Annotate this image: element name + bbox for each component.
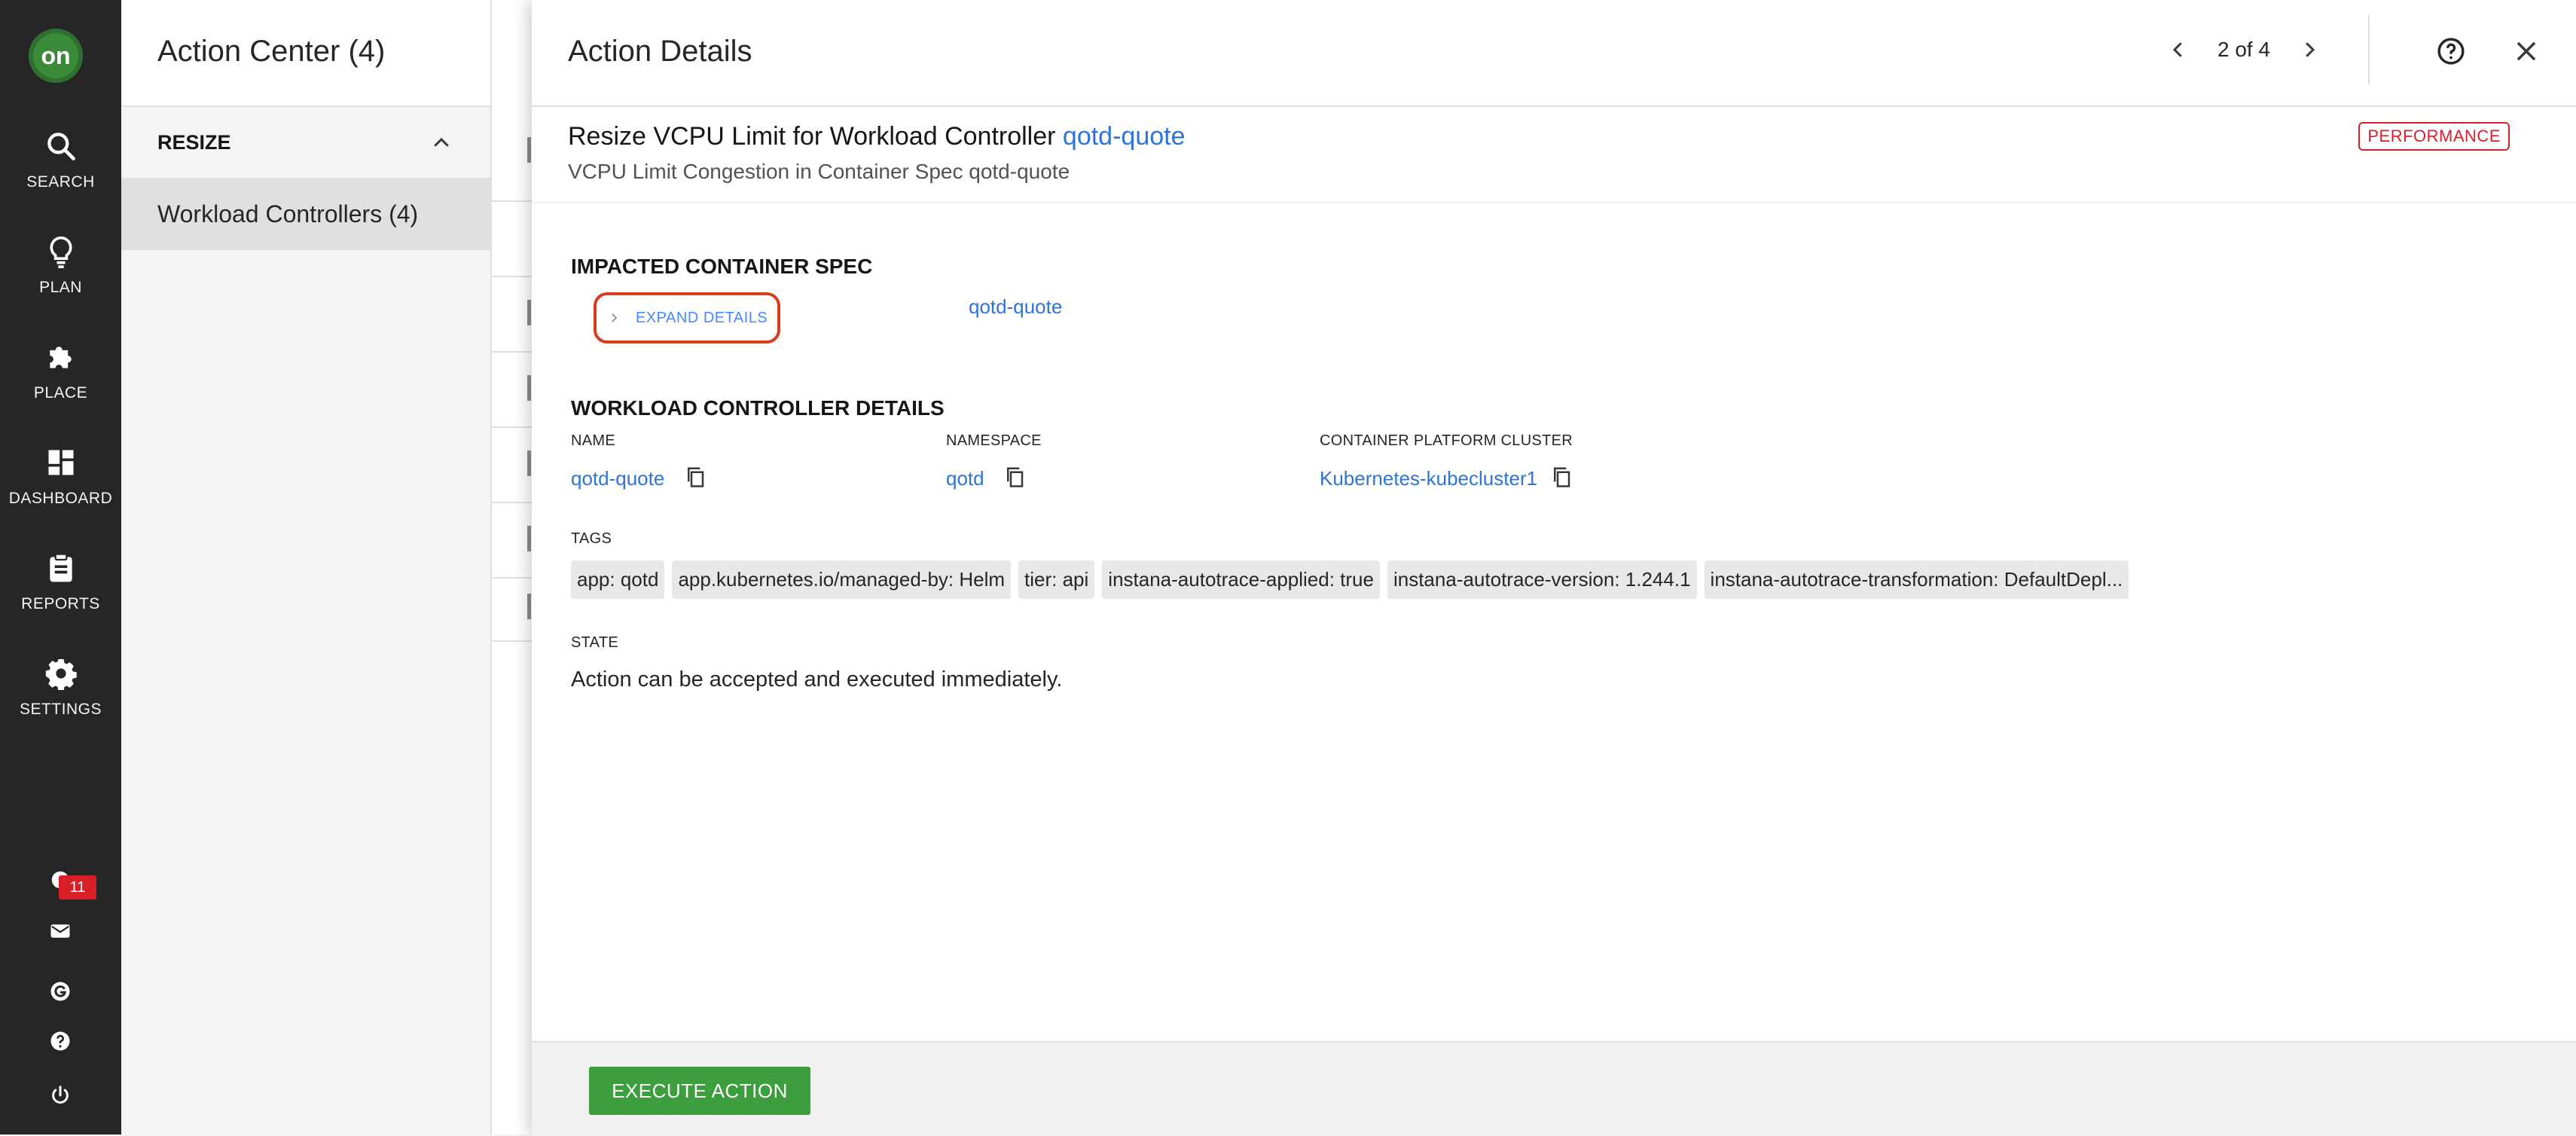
search-icon	[47, 133, 75, 160]
next-button[interactable]	[2288, 29, 2330, 71]
tags-label: TAGS	[571, 530, 612, 547]
logo-text: on	[41, 41, 71, 69]
action-subtitle: VCPU Limit Congestion in Container Spec …	[568, 160, 1070, 183]
list-row-marker	[527, 526, 531, 551]
copy-icon[interactable]	[684, 466, 707, 488]
name-label: NAME	[571, 432, 615, 449]
chevron-left-icon	[2172, 42, 2182, 57]
action-heading-text: Resize VCPU Limit for Workload Controlle…	[568, 122, 1056, 151]
tag: instana-autotrace-transformation: Defaul…	[1704, 560, 2129, 599]
performance-badge: PERFORMANCE	[2358, 122, 2510, 151]
execute-action-button[interactable]: EXECUTE ACTION	[589, 1067, 810, 1115]
list-divider	[490, 200, 536, 202]
tag: app.kubernetes.io/managed-by: Helm	[672, 560, 1012, 599]
tag: app: qotd	[571, 560, 665, 599]
nav-search[interactable]: SEARCH	[0, 130, 121, 212]
chevron-right-icon	[2306, 42, 2315, 57]
namespace-link[interactable]: qotd	[946, 467, 984, 490]
puzzle-icon	[49, 347, 72, 368]
list-row-marker	[527, 594, 531, 619]
tag-list: app: qotd app.kubernetes.io/managed-by: …	[571, 560, 2129, 599]
controller-section-title: WORKLOAD CONTROLLER DETAILS	[571, 396, 945, 420]
expand-details-button[interactable]: EXPAND DETAILS	[594, 292, 780, 344]
cluster-link[interactable]: Kubernetes-kubecluster1	[1320, 467, 1537, 490]
turbonomic-logo[interactable]: on	[29, 29, 83, 83]
state-label: STATE	[571, 634, 618, 651]
notification-count-badge: 11	[59, 875, 96, 899]
list-row-marker	[527, 375, 531, 401]
chevron-right-icon	[612, 313, 618, 322]
details-footer: EXECUTE ACTION	[532, 1041, 2576, 1136]
list-divider	[490, 351, 536, 353]
help-icon	[50, 1031, 70, 1051]
workload-controllers-label: Workload Controllers (4)	[157, 200, 419, 228]
tag: instana-autotrace-version: 1.244.1	[1387, 560, 1697, 599]
dashboard-icon	[48, 450, 73, 475]
copy-icon[interactable]	[1003, 466, 1026, 488]
nav-reports[interactable]: REPORTS	[0, 551, 121, 634]
previous-button[interactable]	[2157, 29, 2199, 71]
cluster-label: CONTAINER PLATFORM CLUSTER	[1320, 432, 1573, 449]
left-navigation: on SEARCH PLAN PLACE DASHBOARD REPORTS S…	[0, 0, 121, 1134]
power-button[interactable]	[44, 1079, 77, 1112]
lightbulb-icon	[49, 236, 72, 268]
close-button[interactable]	[2505, 30, 2547, 72]
nav-dashboard-label: DASHBOARD	[8, 490, 113, 507]
help-button[interactable]	[2430, 30, 2472, 72]
nav-settings-label: SETTINGS	[19, 701, 102, 718]
chevron-up-icon	[434, 137, 449, 147]
nav-place[interactable]: PLACE	[0, 340, 121, 423]
gear-icon	[45, 658, 77, 690]
g-button[interactable]	[44, 975, 77, 1008]
g-icon	[50, 982, 70, 1001]
action-target-link[interactable]: qotd-quote	[1063, 122, 1186, 151]
mail-icon	[50, 924, 70, 938]
list-divider	[490, 276, 536, 277]
copy-icon[interactable]	[1550, 466, 1573, 488]
namespace-label: NAMESPACE	[946, 432, 1042, 449]
details-title: Action Details	[568, 35, 752, 68]
clipboard-icon	[49, 553, 72, 582]
impacted-container-link[interactable]: qotd-quote	[969, 295, 1062, 319]
nav-search-label: SEARCH	[26, 173, 95, 191]
action-center-title: Action Center (4)	[157, 35, 386, 68]
section-separator	[532, 202, 2576, 203]
list-divider	[490, 502, 536, 503]
action-heading: Resize VCPU Limit for Workload Controlle…	[568, 122, 1186, 151]
close-icon	[2516, 41, 2536, 61]
action-details-panel: Action Details 2 of 4 Resize VCPU Limit …	[532, 0, 2576, 1136]
nav-place-label: PLACE	[33, 384, 88, 402]
action-center-panel: Action Center (4) RESIZE Workload Contro…	[121, 0, 490, 1134]
action-list-background	[490, 0, 537, 1134]
help-circle-icon	[2437, 38, 2465, 65]
nav-settings[interactable]: SETTINGS	[0, 657, 121, 740]
header-separator	[532, 105, 2576, 107]
power-icon	[52, 1086, 69, 1104]
list-divider	[490, 577, 536, 579]
name-link[interactable]: qotd-quote	[571, 467, 664, 490]
resize-group-label: RESIZE	[157, 130, 231, 154]
pager-text: 2 of 4	[2217, 38, 2271, 61]
list-row-marker	[527, 300, 531, 325]
workload-controllers-item[interactable]: Workload Controllers (4)	[121, 178, 490, 250]
nav-dashboard[interactable]: DASHBOARD	[0, 446, 121, 529]
header-divider	[2368, 15, 2370, 84]
action-center-header: Action Center (4)	[121, 0, 490, 107]
list-row-marker	[527, 137, 531, 163]
nav-plan[interactable]: PLAN	[0, 235, 121, 318]
list-divider	[490, 640, 536, 642]
resize-group-header[interactable]: RESIZE	[121, 107, 490, 178]
nav-reports-label: REPORTS	[21, 595, 100, 612]
help-nav-button[interactable]	[44, 1025, 77, 1058]
list-row-marker	[527, 450, 531, 476]
state-value: Action can be accepted and executed imme…	[571, 667, 1063, 692]
list-divider	[490, 426, 536, 428]
nav-plan-label: PLAN	[39, 279, 82, 296]
pager: 2 of 4	[2157, 29, 2330, 71]
tag: tier: api	[1018, 560, 1095, 599]
expand-details-label: EXPAND DETAILS	[636, 309, 768, 326]
impacted-section-title: IMPACTED CONTAINER SPEC	[571, 255, 873, 278]
mail-button[interactable]	[44, 915, 77, 948]
tag: instana-autotrace-applied: true	[1102, 560, 1380, 599]
